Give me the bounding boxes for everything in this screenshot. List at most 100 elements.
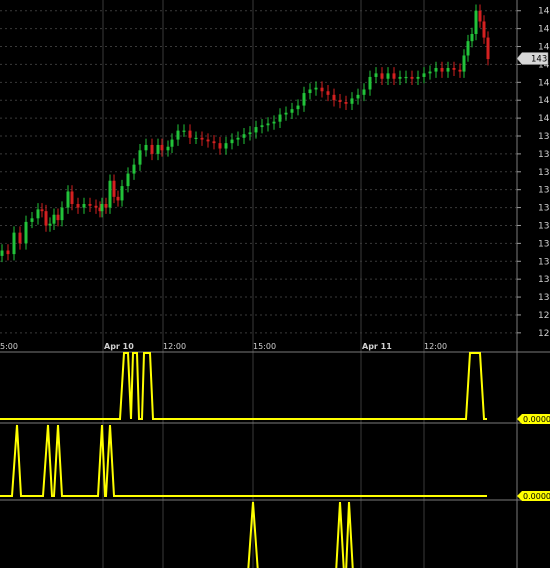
candle-body [446,68,450,72]
price-tick-label: 140 [538,114,550,124]
candle-body [116,196,120,201]
candle-body [398,76,402,79]
candle-body [416,76,420,79]
candle-body [12,232,16,255]
candle-body [160,144,164,151]
price-tick-label: 142 [538,78,550,88]
candle-body [100,204,104,212]
candle-body [108,180,112,208]
candle-body [104,204,108,208]
time-tick-label: Apr 10 [104,342,134,351]
candle-body [76,204,80,208]
candle-body [6,250,10,255]
time-tick-label: 12:00 [163,342,186,351]
candle-body [422,73,426,77]
price-tick-label: 129 [538,311,550,321]
candle-body [60,207,64,221]
candle-body [248,132,252,135]
candle-body [356,94,360,99]
candle-body [260,125,264,128]
candle-body [338,100,342,102]
candle-body [452,68,456,70]
candle-body [150,144,154,154]
price-tick-label: 133 [538,239,550,249]
candle-body [380,73,384,79]
candle-body [82,204,86,208]
candle-body [236,137,240,140]
price-tick-label: 144 [538,43,550,53]
candle-body [386,73,390,79]
time-tick-label: 15:00 [253,342,276,351]
candle-body [434,68,438,72]
candle-body [182,130,186,132]
candle-body [482,21,486,38]
candle-body [404,76,408,79]
candle-body [156,144,160,154]
candle-body [126,173,130,187]
candle-body [40,209,44,212]
price-tick-label: 135 [538,204,550,214]
price-tick-label: 131 [538,275,550,285]
candle-body [30,218,34,222]
candle-body [188,130,192,138]
candle-body [440,68,444,72]
candle-body [458,69,462,72]
candle-body [314,87,318,90]
price-tick-label: 146 [538,7,550,17]
candle-body [332,94,336,101]
chart-background [0,0,550,568]
price-tick-label: 130 [538,293,550,303]
candle-body [56,214,60,221]
candle-body [462,55,466,72]
candle-body [344,102,348,104]
candle-body [132,164,136,174]
candle-body [374,73,378,77]
price-tick-label: 132 [538,257,550,267]
price-tick-label: 141 [538,96,550,106]
candle-body [296,105,300,110]
candle-body [230,139,234,144]
candle-body [24,221,28,244]
candle-body [88,204,92,206]
candle-body [320,87,324,92]
candle-body [120,186,124,201]
candle-body [176,130,180,140]
indicator-value-label: 0.00000 [523,415,550,424]
candle-body [18,232,22,244]
candle-body [48,223,52,226]
price-tick-label: 145 [538,25,550,35]
candle-body [470,34,474,42]
candle-body [272,121,276,124]
candle-body [70,191,74,204]
candle-body [284,112,288,115]
stock-chart: 128 129 130 131 132 133 134 135 136 137 138 139 140 1… [0,0,550,568]
candle-body [478,10,482,22]
candle-body [94,205,98,208]
candle-body [170,139,174,147]
candle-body [206,139,210,142]
candle-body [302,93,306,106]
candle-body [308,89,312,94]
candle-body [290,109,294,113]
candle-body [194,137,198,139]
time-tick-label: 12:00 [424,342,447,351]
candle-body [362,89,366,95]
price-tick-label: 137 [538,168,550,178]
candle-body [112,180,116,197]
candle-body [166,146,170,151]
candle-body [410,76,414,79]
price-tick-label: 139 [538,132,550,142]
candle-body [52,214,56,224]
candle-body [392,73,396,79]
last-price-label: 143.33 [531,55,550,65]
candle-body [486,37,490,60]
candle-body [466,41,470,56]
candle-body [224,143,228,149]
price-tick-label: 128 [538,329,550,339]
candle-body [242,134,246,138]
candle-body [428,71,432,74]
price-tick-label: 134 [538,221,550,231]
candle-body [200,137,204,140]
candle-body [350,98,354,104]
candle-body [44,211,48,226]
